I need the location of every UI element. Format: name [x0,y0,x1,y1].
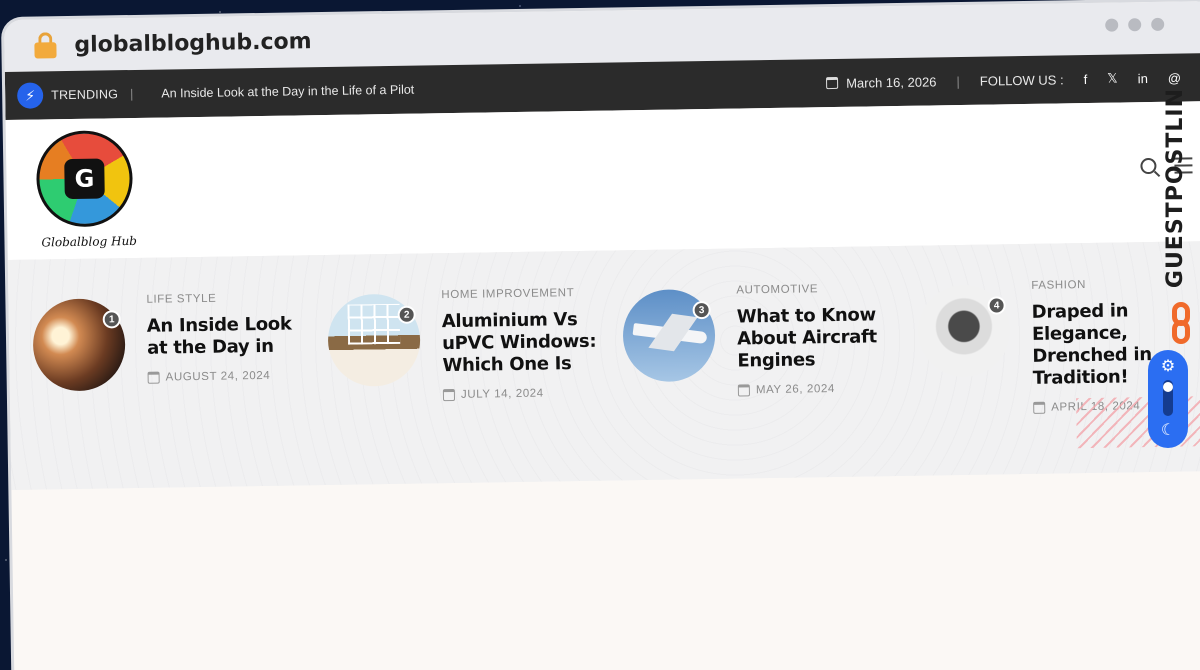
follow-label: FOLLOW US : [979,71,1064,89]
post-title[interactable]: An Inside Look at the Day in [147,313,308,360]
featured-posts: 1 LIFE STYLE An Inside Look at the Day i… [7,240,1200,490]
window-dot-icon[interactable] [1105,18,1119,32]
calendar-icon [147,371,160,384]
brand-watermark: GUESTPOSTLIN [1163,88,1188,289]
search-icon[interactable] [1140,157,1157,175]
trending-label: TRENDING [51,87,119,103]
guestpost-badge: GUESTPOSTLIN [1158,88,1190,308]
trending-link[interactable]: An Inside Look at the Day in the Life of… [161,83,414,101]
browser-window: globalbloghub.com ⚡ TRENDING | An Inside… [4,0,1200,670]
site-logo[interactable]: G [35,130,134,228]
site-header: G Globalblog Hub [5,100,1200,260]
window-controls [1105,17,1165,32]
window-dot-icon[interactable] [1128,18,1142,32]
divider: | [956,73,960,89]
post-date-text: AUGUST 24, 2024 [165,369,271,384]
calendar-icon [1033,401,1046,414]
post-date-text: JULY 14, 2024 [460,387,544,401]
lightning-icon: ⚡ [16,82,44,109]
featured-card[interactable]: 2 HOME IMPROVEMENT Aluminium Vs uPVC Win… [313,287,605,412]
calendar-icon [737,384,751,397]
gear-icon[interactable]: ⚙ [1161,356,1175,376]
calendar-icon [442,388,456,402]
featured-card[interactable]: 3 AUTOMOTIVE What to Know About Aircraft… [608,282,900,407]
lock-icon [34,32,57,59]
post-date: AUGUST 24, 2024 [147,369,308,384]
post-category[interactable]: AUTOMOTIVE [736,282,896,296]
chain-link-icon [1172,302,1194,348]
x-twitter-icon[interactable]: 𝕏 [1107,71,1118,87]
post-category[interactable]: LIFE STYLE [146,291,306,306]
logo-text: Globalblog Hub [41,233,138,250]
toggle-knob[interactable] [1163,382,1173,392]
logo-letter: G [64,158,105,200]
window-dot-icon[interactable] [1151,17,1165,31]
post-category[interactable]: HOME IMPROVEMENT [441,287,601,301]
facebook-icon[interactable]: f [1084,71,1088,86]
divider: | [129,86,134,102]
calendar-icon [826,76,839,90]
current-date: March 16, 2026 [846,73,937,91]
moon-icon[interactable]: ☾ [1161,420,1175,440]
post-date: MAY 26, 2024 [737,382,898,397]
post-title[interactable]: Aluminium Vs uPVC Windows: Which One Is [442,309,603,378]
dark-mode-toggle[interactable]: ⚙ ☾ [1148,350,1188,448]
toggle-track[interactable] [1163,380,1173,416]
post-title[interactable]: What to Know About Aircraft Engines [737,304,898,373]
topbar-right: March 16, 2026 | FOLLOW US : f 𝕏 in @ [826,54,1182,108]
threads-icon[interactable]: @ [1168,70,1181,85]
featured-card[interactable]: 1 LIFE STYLE An Inside Look at the Day i… [18,291,310,416]
post-date: JULY 14, 2024 [442,387,603,402]
address-bar[interactable]: globalbloghub.com [74,29,312,58]
post-date-text: MAY 26, 2024 [755,382,836,397]
linkedin-icon[interactable]: in [1138,71,1148,86]
